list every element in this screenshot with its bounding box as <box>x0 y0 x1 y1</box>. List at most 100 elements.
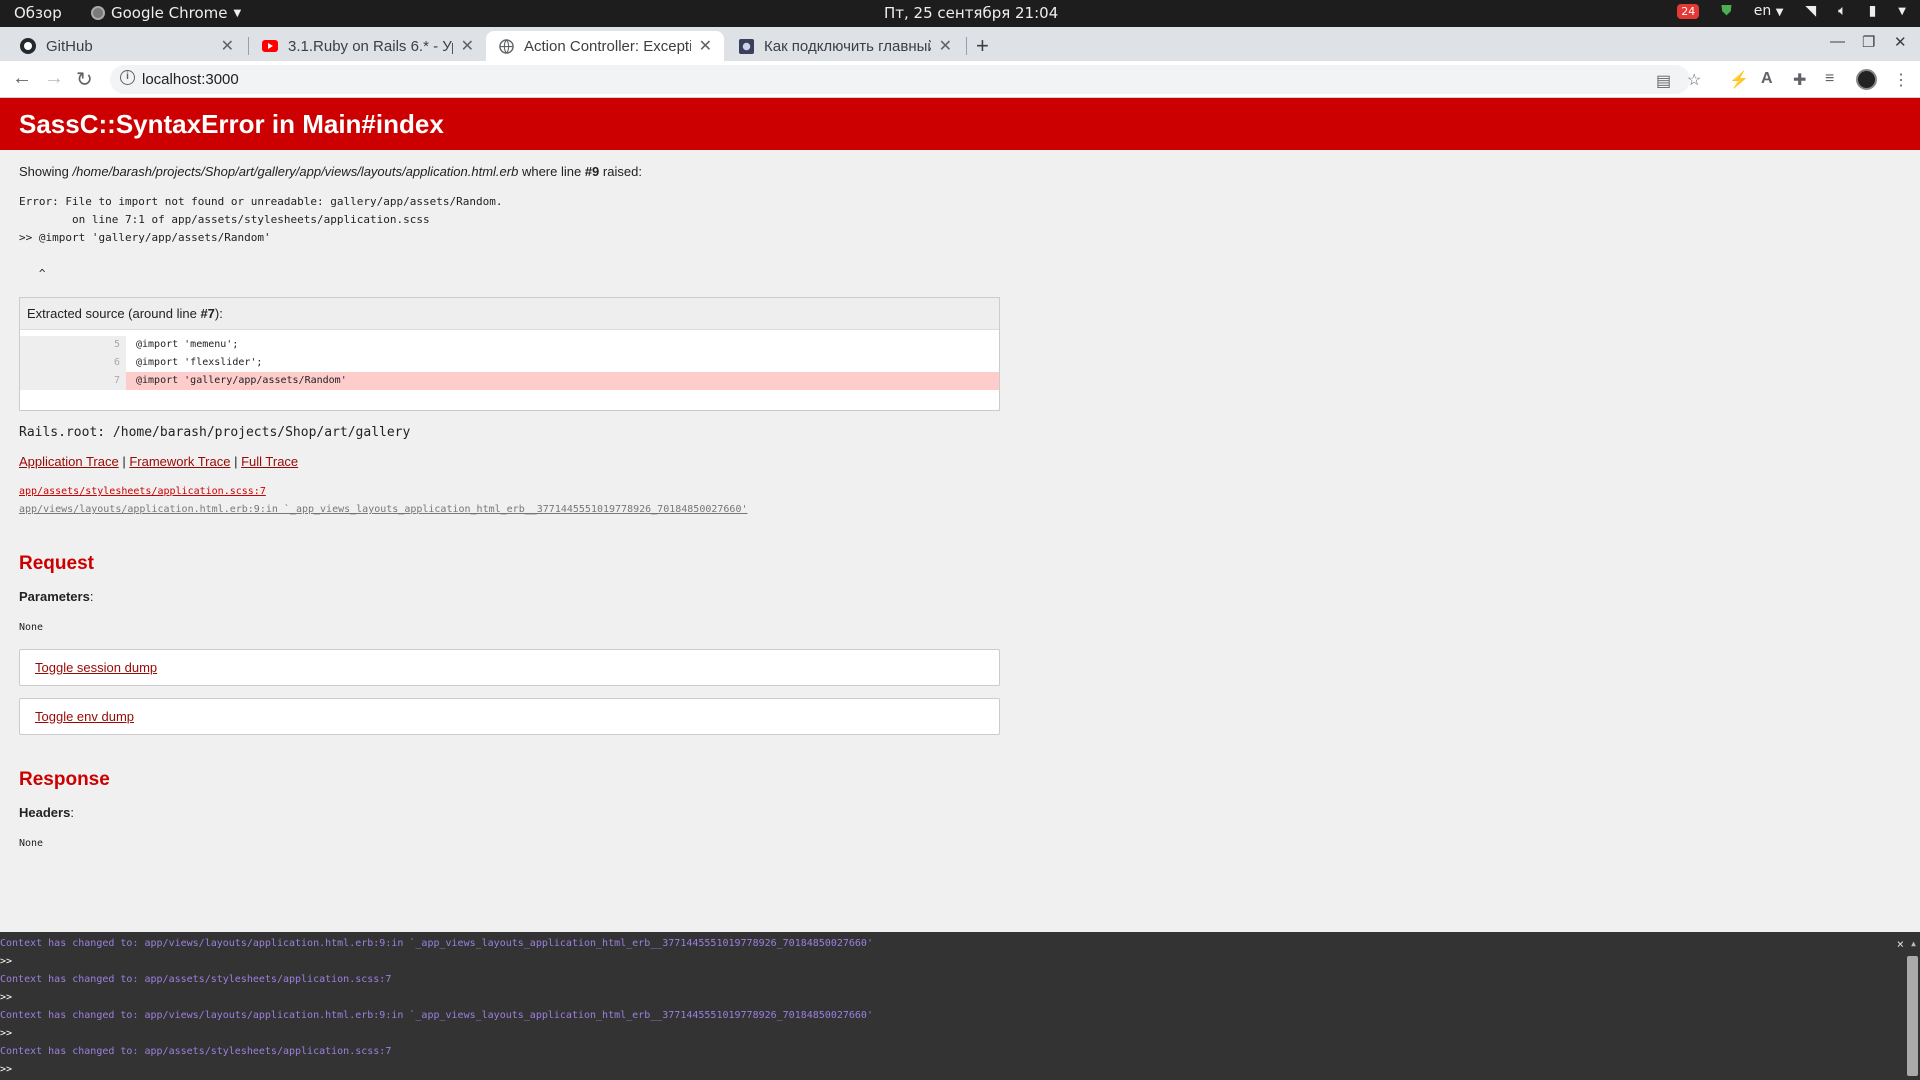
url-text: localhost:3000 <box>142 71 239 88</box>
framework-trace-link[interactable]: Framework Trace <box>129 454 230 469</box>
error-title: SassC::SyntaxError in Main#index <box>19 109 444 139</box>
code-line-highlighted: @import 'gallery/app/assets/Random' <box>126 372 999 390</box>
toggle-env-dump-link[interactable]: Toggle env dump <box>35 709 134 724</box>
full-trace-link[interactable]: Full Trace <box>241 454 298 469</box>
console-close-icon[interactable]: × <box>1897 935 1904 953</box>
reload-icon[interactable]: ↻ <box>76 67 93 92</box>
system-top-bar: Обзор Google Chrome ▼ Пт, 25 сентября 21… <box>0 0 1920 27</box>
rails-root: Rails.root: /home/barash/projects/Shop/a… <box>19 425 411 440</box>
browser-toolbar: ← → ↻ i localhost:3000 ▤ ☆ ⚡ A ✚ ≡ ⋮ <box>0 61 1920 98</box>
line-numbers: 5 6 7 <box>20 336 126 390</box>
trace-line[interactable]: app/views/layouts/application.html.erb:9… <box>19 504 747 515</box>
scroll-up-arrow-icon[interactable]: ▲ <box>1911 935 1916 953</box>
source-heading-prefix: Extracted source (around line <box>27 306 201 321</box>
request-heading: Request <box>19 553 94 574</box>
web-console[interactable]: × ▲ Context has changed to: app/views/la… <box>0 932 1920 1080</box>
extracted-source-heading: Extracted source (around line #7): <box>20 298 999 330</box>
language-label: en <box>1753 3 1772 19</box>
globe-icon <box>498 38 514 54</box>
maximize-icon[interactable]: ❐ <box>1862 33 1875 51</box>
parameters-label: Parameters: <box>19 589 94 604</box>
tab-youtube[interactable]: 3.1.Ruby on Rails 6.* - Уро ✕ <box>250 31 486 61</box>
tab-strip: GitHub ✕ 3.1.Ruby on Rails 6.* - Уро ✕ A… <box>0 27 1920 61</box>
profile-avatar[interactable] <box>1856 69 1877 90</box>
language-indicator[interactable]: en ▼ <box>1754 3 1784 19</box>
source-code: @import 'memenu'; @import 'flexslider'; … <box>126 336 999 390</box>
console-input-prompt[interactable]: >> <box>0 1061 1920 1079</box>
forward-icon[interactable]: → <box>44 67 64 90</box>
site-icon <box>738 38 754 54</box>
app-menu[interactable]: Google Chrome ▼ <box>91 4 241 22</box>
line-number: 5 <box>113 339 120 350</box>
close-tab-icon[interactable]: ✕ <box>461 36 474 56</box>
toggle-session-dump-link[interactable]: Toggle session dump <box>35 660 157 675</box>
tab-github[interactable]: GitHub ✕ <box>8 31 246 61</box>
showing-suffix: raised: <box>599 164 642 179</box>
app-menu-label: Google Chrome <box>111 4 228 22</box>
youtube-icon <box>262 38 278 54</box>
tab-title: Action Controller: Excepti <box>524 37 691 55</box>
info-icon[interactable]: i <box>120 70 135 85</box>
headers-value: None <box>19 838 44 849</box>
chrome-icon <box>91 6 105 20</box>
caret-down-icon: ▼ <box>1775 7 1784 18</box>
template-path: /home/barash/projects/Shop/art/gallery/a… <box>72 164 519 179</box>
headers-label: Headers: <box>19 805 74 820</box>
console-scrollbar[interactable] <box>1907 956 1918 1076</box>
close-tab-icon[interactable]: ✕ <box>699 36 712 56</box>
kebab-menu-icon[interactable]: ⋮ <box>1893 70 1909 90</box>
source-body: 5 6 7 @import 'memenu'; @import 'flexsli… <box>20 330 999 410</box>
error-line-number: #9 <box>584 164 600 179</box>
showing-line: Showing /home/barash/projects/Shop/art/g… <box>19 164 1920 179</box>
notification-badge[interactable]: 24 <box>1677 3 1700 19</box>
tab-title: GitHub <box>46 37 93 55</box>
trace-line[interactable]: app/assets/stylesheets/application.scss:… <box>19 486 266 497</box>
translate-icon[interactable]: ▤ <box>1656 71 1671 91</box>
tab-title: 3.1.Ruby on Rails 6.* - Уро <box>288 37 453 55</box>
caret-down-icon: ▼ <box>233 7 242 19</box>
minimize-icon[interactable]: — <box>1830 33 1845 50</box>
tab-habr[interactable]: Как подключить главный ✕ <box>726 31 964 61</box>
back-icon[interactable]: ← <box>12 67 32 90</box>
source-heading-suffix: ): <box>214 306 223 321</box>
extracted-source: Extracted source (around line #7): 5 6 7… <box>19 297 1000 411</box>
close-tab-icon[interactable]: ✕ <box>939 36 952 56</box>
console-prompt: >> <box>0 956 13 967</box>
console-prompt: >> <box>0 992 13 1003</box>
tab-separator <box>248 37 249 55</box>
application-trace-link[interactable]: Application Trace <box>19 454 119 469</box>
media-queue-icon[interactable]: ≡ <box>1825 70 1834 88</box>
error-details: Showing /home/barash/projects/Shop/art/g… <box>0 164 1920 849</box>
extensions-puzzle-icon[interactable]: ✚ <box>1793 70 1806 90</box>
console-context-line: Context has changed to: app/views/layout… <box>0 938 873 949</box>
bookmark-star-icon[interactable]: ☆ <box>1687 70 1701 90</box>
console-context-line: Context has changed to: app/views/layout… <box>0 1010 873 1021</box>
address-bar[interactable]: i localhost:3000 ▤ ☆ <box>110 65 1701 94</box>
wifi-icon[interactable]: ◥ <box>1805 3 1816 19</box>
close-tab-icon[interactable]: ✕ <box>221 36 234 56</box>
shield-icon[interactable]: ⛊ <box>1721 3 1732 19</box>
console-context-line: Context has changed to: app/assets/style… <box>0 974 392 985</box>
parameters-value: None <box>19 622 44 633</box>
system-menu-caret-icon[interactable]: ▼ <box>1898 6 1906 17</box>
volume-icon[interactable]: 🔈︎ <box>1838 3 1846 19</box>
error-header: SassC::SyntaxError in Main#index <box>0 98 1920 150</box>
showing-mid: where line <box>518 164 585 179</box>
extension-bolt-icon[interactable]: ⚡ <box>1729 70 1749 90</box>
trace-switcher: Application Trace | Framework Trace | Fu… <box>19 454 1920 469</box>
github-icon <box>20 38 36 54</box>
console-prompt: >> <box>0 1028 13 1039</box>
showing-prefix: Showing <box>19 164 73 179</box>
env-dump-box: Toggle env dump <box>19 698 1000 735</box>
close-window-icon[interactable]: ✕ <box>1894 33 1907 51</box>
line-number: 7 <box>113 375 120 386</box>
error-message: Error: File to import not found or unrea… <box>19 195 503 280</box>
activities-button[interactable]: Обзор <box>14 4 62 22</box>
tab-action-controller[interactable]: Action Controller: Excepti ✕ <box>486 31 724 61</box>
new-tab-icon[interactable]: + <box>976 33 989 59</box>
clock[interactable]: Пт, 25 сентября 21:04 <box>884 4 1058 22</box>
battery-icon[interactable]: ▮ <box>1869 3 1877 19</box>
extension-a-icon[interactable]: A <box>1761 70 1773 88</box>
source-heading-line: #7 <box>200 306 215 321</box>
tab-separator <box>966 37 967 55</box>
